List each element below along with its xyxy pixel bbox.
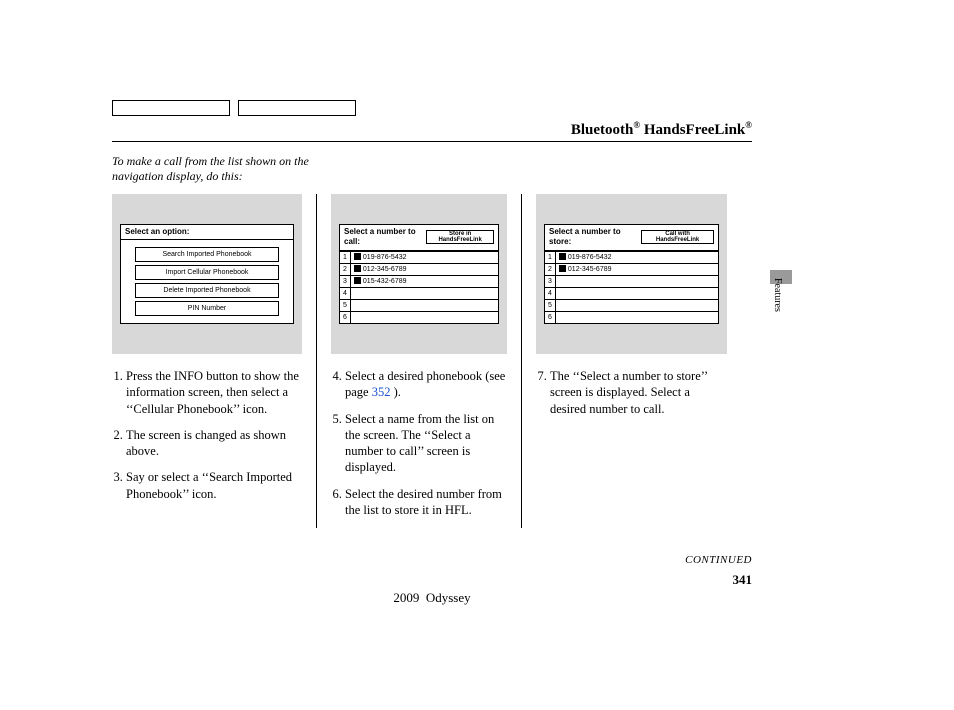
page-number: 341 [733,572,753,588]
options-dialog: Select an option: Search Imported Phoneb… [120,224,294,325]
option-delete-imported: Delete Imported Phonebook [135,283,279,298]
page-ref-link[interactable]: 352 [372,385,391,399]
steps-list-3: The ‘‘Select a number to store’’ screen … [536,368,727,417]
option-pin-number: PIN Number [135,301,279,316]
phone-number: 015-432-6789 [363,278,407,285]
phone-number: 012-345-6789 [568,266,612,273]
table-row: 5 [340,299,498,311]
step-4: Select a desired phonebook (see page 352… [345,368,507,401]
option-import-cellular: Import Cellular Phonebook [135,265,279,280]
step-1: Press the INFO button to show the inform… [126,368,302,417]
table-row: 1019-876-5432 [545,251,718,263]
header-placeholder-boxes [112,100,752,116]
intro-text: To make a call from the list shown on th… [112,154,312,184]
table-row: 5 [545,299,718,311]
manual-page: Bluetooth® HandsFreeLink® To make a call… [112,100,752,528]
table-row: 3015-432-6789 [340,275,498,287]
table-row: 4 [340,287,498,299]
placeholder-box [112,100,230,116]
store-list-dialog: Select a number to store: Call with Hand… [544,224,719,324]
step-5: Select a name from the list on the scree… [345,411,507,476]
dialog-header: Select a number to store: Call with Hand… [545,225,718,251]
phone-icon [559,253,566,260]
option-search-imported: Search Imported Phonebook [135,247,279,262]
phone-icon [354,265,361,272]
phone-icon [354,277,361,284]
section-label: Features [772,278,783,312]
placeholder-box [238,100,356,116]
phone-number: 019-876-5432 [363,254,407,261]
column-1: Select an option: Search Imported Phoneb… [112,194,317,528]
number-list-table: 1019-876-5432 2012-345-6789 3 4 5 6 [545,251,718,324]
step-6: Select the desired number from the list … [345,486,507,519]
nav-screenshot-call-list: Select a number to call: Store in HandsF… [331,194,507,354]
table-row: 6 [545,312,718,324]
phone-number: 019-876-5432 [568,254,612,261]
dialog-header: Select a number to call: Store in HandsF… [340,225,498,251]
call-list-dialog: Select a number to call: Store in HandsF… [339,224,499,324]
table-row: 3 [545,275,718,287]
table-row: 2012-345-6789 [545,263,718,275]
table-row: 6 [340,312,498,324]
dialog-title: Select an option: [125,227,189,237]
table-row: 1019-876-5432 [340,251,498,263]
nav-screenshot-store-list: Select a number to store: Call with Hand… [536,194,727,354]
content-columns: Select an option: Search Imported Phoneb… [112,194,752,528]
footer-model-year: 2009 Odyssey [112,590,752,606]
steps-list-2: Select a desired phonebook (see page 352… [331,368,507,518]
nav-screenshot-options: Select an option: Search Imported Phoneb… [112,194,302,354]
step-2: The screen is changed as shown above. [126,427,302,460]
dialog-title: Select a number to call: [344,227,426,248]
steps-list-1: Press the INFO button to show the inform… [112,368,302,502]
page-title: Bluetooth® HandsFreeLink® [112,120,752,139]
store-badge: Store in HandsFreeLink [426,230,494,244]
title-rule: Bluetooth® HandsFreeLink® [112,120,752,142]
column-3: Select a number to store: Call with Hand… [522,194,727,528]
column-2: Select a number to call: Store in HandsF… [317,194,522,528]
step-7: The ‘‘Select a number to store’’ screen … [550,368,727,417]
continued-label: CONTINUED [685,554,752,566]
table-row: 4 [545,287,718,299]
phone-icon [559,265,566,272]
table-row: 2012-345-6789 [340,263,498,275]
dialog-header: Select an option: [121,225,293,240]
phone-icon [354,253,361,260]
call-badge: Call with HandsFreeLink [641,230,714,244]
option-button-list: Search Imported Phonebook Import Cellula… [121,240,293,323]
phone-number: 012-345-6789 [363,266,407,273]
dialog-title: Select a number to store: [549,227,641,248]
number-list-table: 1019-876-5432 2012-345-6789 3015-432-678… [340,251,498,324]
step-3: Say or select a ‘‘Search Imported Phoneb… [126,469,302,502]
